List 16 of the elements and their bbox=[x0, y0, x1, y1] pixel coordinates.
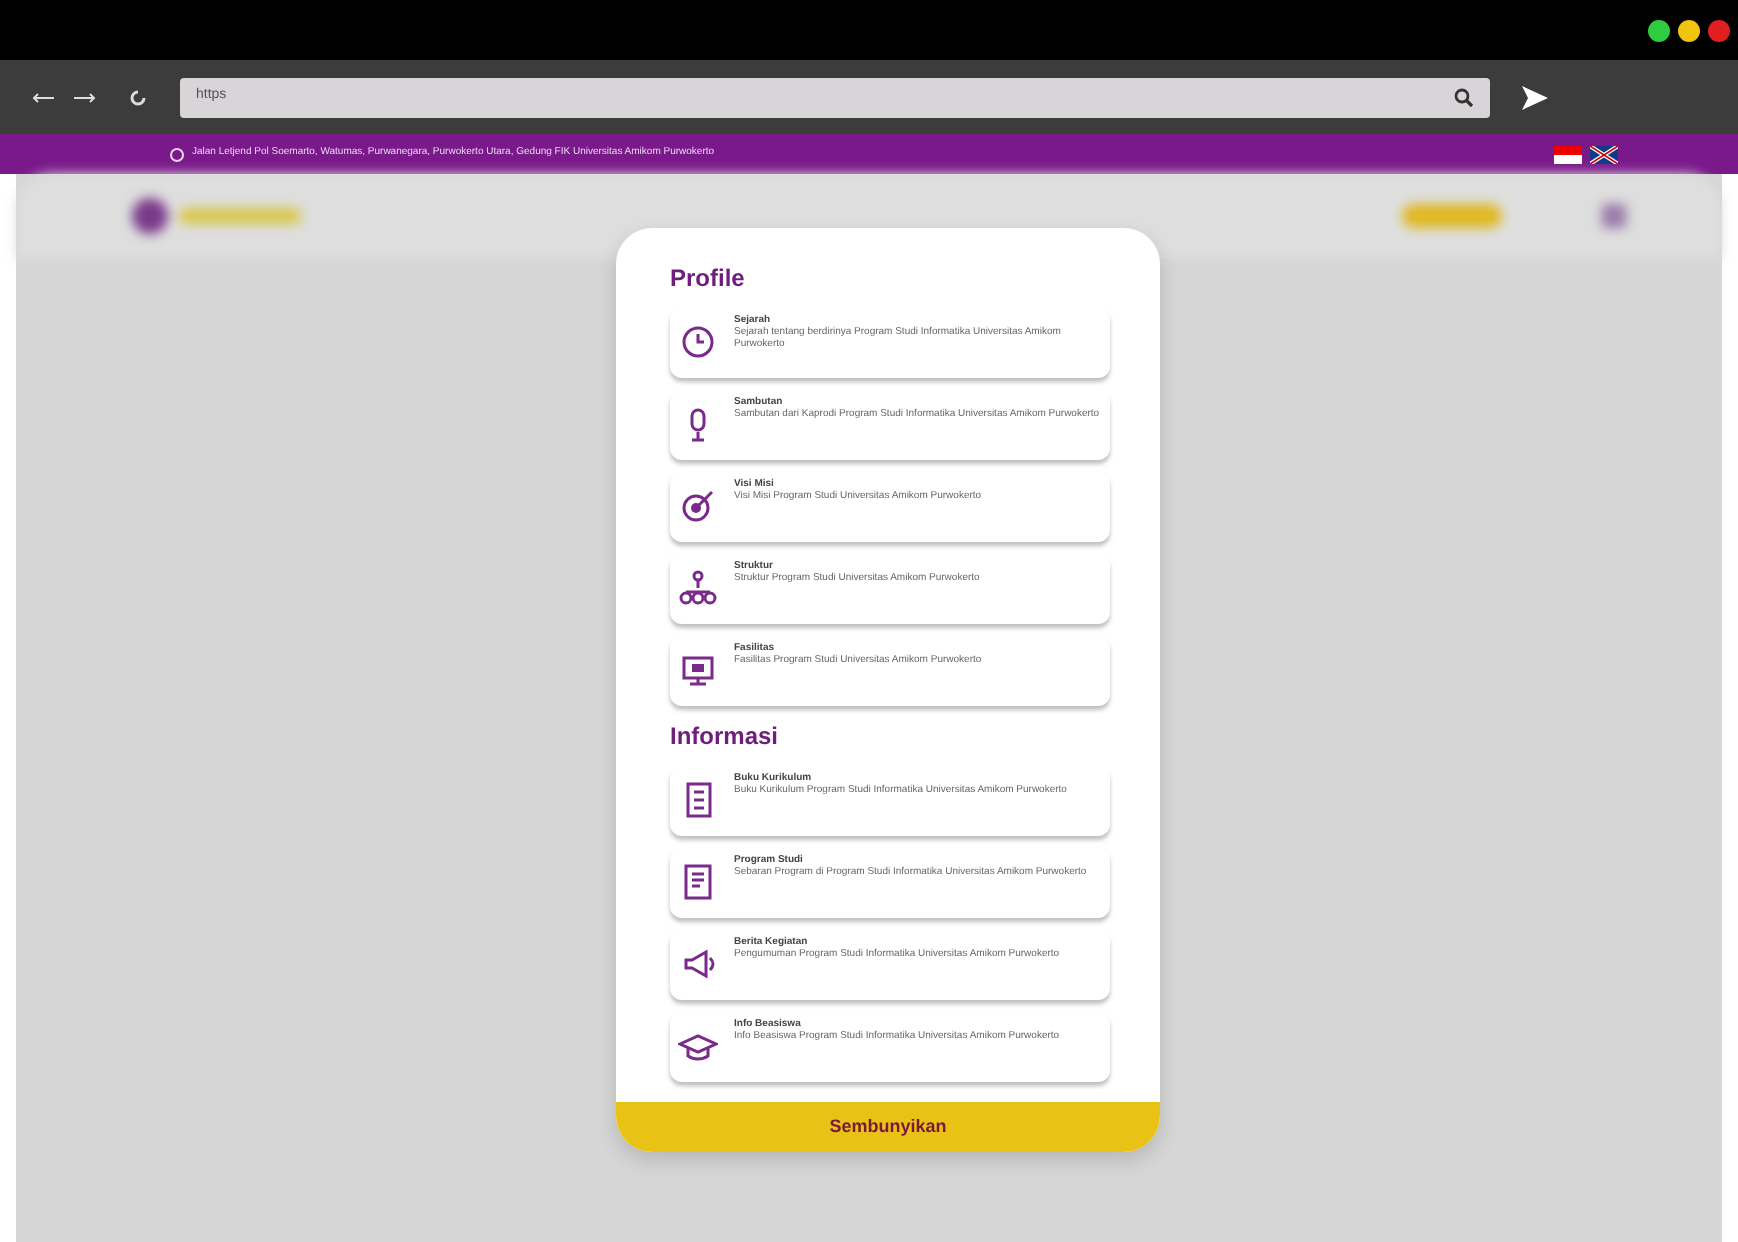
target-icon bbox=[678, 486, 718, 526]
maximize-button[interactable] bbox=[1648, 19, 1670, 41]
close-button[interactable] bbox=[1708, 19, 1730, 41]
hide-button[interactable]: Sembunyikan bbox=[616, 1102, 1160, 1152]
minimize-button[interactable] bbox=[1678, 19, 1700, 41]
section-title: Profile bbox=[670, 262, 747, 296]
send-icon[interactable] bbox=[1522, 85, 1548, 109]
search-icon[interactable] bbox=[1454, 87, 1474, 107]
hierarchy-icon bbox=[678, 568, 718, 608]
back-arrow-icon[interactable] bbox=[32, 91, 56, 103]
forward-arrow-icon[interactable] bbox=[72, 91, 96, 103]
uk-flag-icon[interactable] bbox=[1590, 145, 1618, 163]
reload-icon[interactable] bbox=[128, 87, 148, 107]
indonesia-flag-icon[interactable] bbox=[1554, 145, 1582, 163]
clock-icon bbox=[678, 322, 718, 362]
section-title: Informasi bbox=[670, 720, 781, 754]
